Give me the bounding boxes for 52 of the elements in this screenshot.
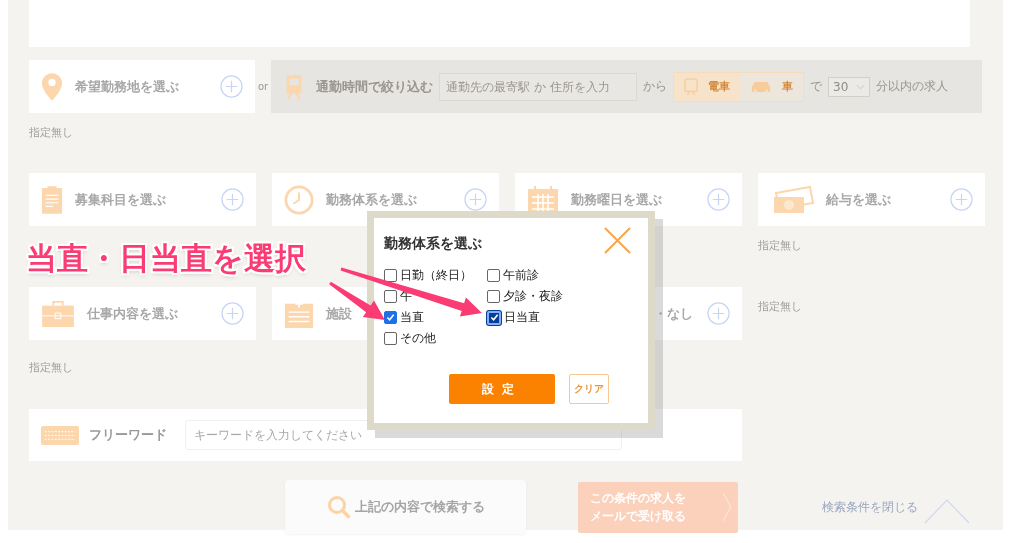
category-selector[interactable]: 仕事内容を選ぶ: [29, 287, 256, 340]
selection-note: 指定無し: [29, 126, 73, 139]
commute-title: 通勤時間で絞り込む: [316, 77, 434, 96]
location-selector[interactable]: 希望勤務地を選ぶ: [29, 60, 256, 113]
plus-icon[interactable]: [950, 188, 973, 211]
plus-icon[interactable]: [221, 188, 244, 211]
chevron-down-icon: [856, 83, 866, 90]
selection-note: 指定無し: [758, 300, 802, 313]
selection-note: 指定無し: [758, 239, 802, 252]
plus-icon[interactable]: [707, 188, 730, 211]
checkbox-option[interactable]: 夕診・夜診: [487, 288, 607, 305]
plus-icon[interactable]: [221, 302, 244, 325]
selection-note: 指定無し: [29, 361, 73, 374]
train-icon: [684, 77, 699, 96]
close-search-link[interactable]: 検索条件を閉じる: [822, 498, 918, 516]
map-pin-icon: [41, 71, 63, 102]
category-selector[interactable]: 給与を選ぶ: [758, 173, 985, 226]
car-icon: [750, 80, 773, 93]
transport-toggle[interactable]: 電車: [674, 72, 741, 101]
search-icon: [326, 495, 351, 519]
checkbox-option[interactable]: 日勤（終日）: [384, 267, 487, 284]
checkbox-option[interactable]: その他: [384, 330, 487, 347]
from-label: から: [643, 78, 668, 95]
check-icon: [489, 313, 499, 322]
plus-icon[interactable]: [707, 302, 730, 325]
free-word-label: フリーワード: [89, 426, 167, 444]
dialog-title: 勤務体系を選ぶ: [384, 235, 482, 253]
checkbox-option[interactable]: 日当直: [487, 309, 607, 326]
close-icon[interactable]: [604, 227, 631, 254]
clipboard-icon: [41, 184, 63, 215]
checkbox-option[interactable]: 午: [384, 288, 487, 305]
plus-icon[interactable]: [220, 75, 244, 98]
clock-icon: [284, 184, 314, 215]
or-label: or: [256, 80, 270, 94]
clear-button[interactable]: クリア: [569, 374, 609, 404]
minutes-select[interactable]: 30: [828, 76, 871, 97]
transport-toggle[interactable]: 車: [740, 72, 804, 101]
annotation-caption: 当直・日当直を選択: [26, 239, 306, 278]
check-icon: [386, 313, 395, 322]
plus-icon[interactable]: [464, 188, 487, 211]
checkbox-option[interactable]: 当直: [384, 309, 487, 326]
minutes-suffix: 分以内の求人: [876, 78, 949, 95]
search-button[interactable]: 上記の内容で検索する: [285, 480, 526, 534]
submit-button[interactable]: 設定: [449, 374, 555, 404]
briefcase-icon: [41, 299, 75, 328]
mail-alert-button[interactable]: この条件の求人を メールで受け取る: [578, 481, 738, 533]
checkbox-option[interactable]: 午前診: [487, 267, 607, 284]
keyboard-icon: [41, 425, 79, 445]
category-selector[interactable]: 募集科目を選ぶ: [29, 173, 256, 226]
station-input[interactable]: 通勤先の最寄駅 か 住所を入力: [439, 72, 638, 101]
chevron-up-icon[interactable]: [924, 498, 970, 524]
by-label: で: [810, 78, 823, 95]
